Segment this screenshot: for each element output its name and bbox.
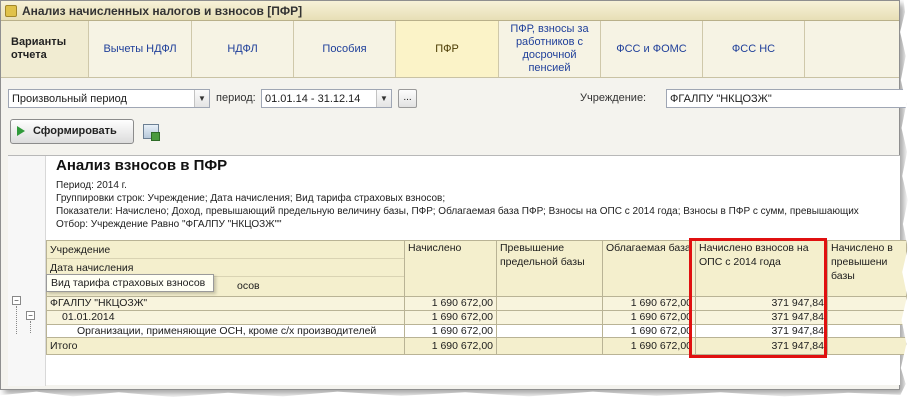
institution-field[interactable]: ФГАЛПУ "НКЦОЗЖ" xyxy=(666,89,906,108)
column-header-excess: Превышение предельной базы xyxy=(496,240,603,297)
title-bar: Анализ начисленных налогов и взносов [ПФ… xyxy=(1,1,899,21)
outline-column xyxy=(8,156,46,386)
row-label: ФГАЛПУ "НКЦОЗЖ" xyxy=(46,296,405,311)
report-indicators: Показатели: Начислено; Доход, превышающи… xyxy=(56,206,859,217)
cell-over-base xyxy=(827,324,907,338)
choose-period-button[interactable]: ... xyxy=(398,89,417,108)
tab-vychety-ndfl[interactable]: Вычеты НДФЛ xyxy=(89,21,192,77)
report-grouping: Группировки строк: Учреждение; Дата начи… xyxy=(56,193,446,204)
total-excess xyxy=(496,337,603,355)
period-range-field[interactable]: 01.01.14 - 31.12.14 ▼ xyxy=(261,89,392,108)
institution-value: ФГАЛПУ "НКЦОЗЖ" xyxy=(670,92,772,105)
app-icon xyxy=(5,4,17,17)
cell-base: 1 690 672,00 xyxy=(602,324,696,338)
cell-base: 1 690 672,00 xyxy=(602,296,696,311)
cell-accrued: 1 690 672,00 xyxy=(404,296,497,311)
generate-button[interactable]: Сформировать xyxy=(10,118,134,144)
command-bar: Сформировать xyxy=(10,118,160,144)
tab-fss-foms[interactable]: ФСС и ФОМС xyxy=(601,21,703,77)
highlight-ops-column xyxy=(689,238,827,358)
tab-fss-ns[interactable]: ФСС НС xyxy=(703,21,805,77)
period-range-value: 01.01.14 - 31.12.14 xyxy=(265,92,361,105)
column-header-accrued: Начислено xyxy=(404,240,497,297)
cell-over-base xyxy=(827,296,907,311)
dropdown-arrow-icon[interactable]: ▼ xyxy=(376,90,391,107)
play-icon xyxy=(17,126,25,136)
period-type-select[interactable]: Произвольный период ▼ xyxy=(8,89,210,108)
column-header-over-base: Начислено в превышени базы xyxy=(827,240,907,297)
variants-header: Варианты отчета xyxy=(1,21,89,77)
column-tooltip: Вид тарифа страховых взносов xyxy=(46,274,214,292)
cell-accrued: 1 690 672,00 xyxy=(404,310,497,325)
cell-accrued: 1 690 672,00 xyxy=(404,324,497,338)
cell-excess xyxy=(496,296,603,311)
tab-ndfl[interactable]: НДФЛ xyxy=(192,21,294,77)
cell-excess xyxy=(496,310,603,325)
cell-over-base xyxy=(827,310,907,325)
tab-posobiya[interactable]: Пособия xyxy=(294,21,396,77)
report-variants-tabs: Варианты отчета Вычеты НДФЛ НДФЛ Пособия… xyxy=(1,21,899,78)
row-label: 01.01.2014 xyxy=(46,310,405,325)
tab-pfr-early-pension[interactable]: ПФР, взносы за работников с досрочной пе… xyxy=(499,21,601,77)
row-header-institution: Учреждение xyxy=(47,242,404,259)
report-title: Анализ взносов в ПФР xyxy=(56,157,228,174)
tab-strip-filler xyxy=(805,21,899,77)
total-accrued: 1 690 672,00 xyxy=(404,337,497,355)
tree-connector xyxy=(16,306,17,334)
collapse-institution-icon[interactable]: − xyxy=(12,296,21,305)
cell-base: 1 690 672,00 xyxy=(602,310,696,325)
period-type-value: Произвольный период xyxy=(12,92,127,105)
dropdown-arrow-icon[interactable]: ▼ xyxy=(194,90,209,107)
total-base: 1 690 672,00 xyxy=(602,337,696,355)
cell-excess xyxy=(496,324,603,338)
collapse-date-icon[interactable]: − xyxy=(26,311,35,320)
generate-button-label: Сформировать xyxy=(33,125,117,137)
report-period: Период: 2014 г. xyxy=(56,180,127,191)
report-settings-icon[interactable] xyxy=(143,123,160,141)
institution-label: Учреждение: xyxy=(580,92,647,104)
row-label: Организации, применяющие ОСН, кроме с/х … xyxy=(46,324,405,338)
tree-connector xyxy=(30,321,31,333)
tab-pfr[interactable]: ПФР xyxy=(396,21,499,77)
column-header-base: Облагаемая база xyxy=(602,240,696,297)
window-title: Анализ начисленных налогов и взносов [ПФ… xyxy=(22,3,303,18)
total-over-base xyxy=(827,337,907,355)
total-label: Итого xyxy=(46,337,405,355)
parameters-row: Произвольный период ▼ период: 01.01.14 -… xyxy=(8,89,906,111)
report-filter: Отбор: Учреждение Равно "ФГАЛПУ "НКЦОЗЖ"… xyxy=(56,219,282,230)
period-label: период: xyxy=(216,92,256,104)
